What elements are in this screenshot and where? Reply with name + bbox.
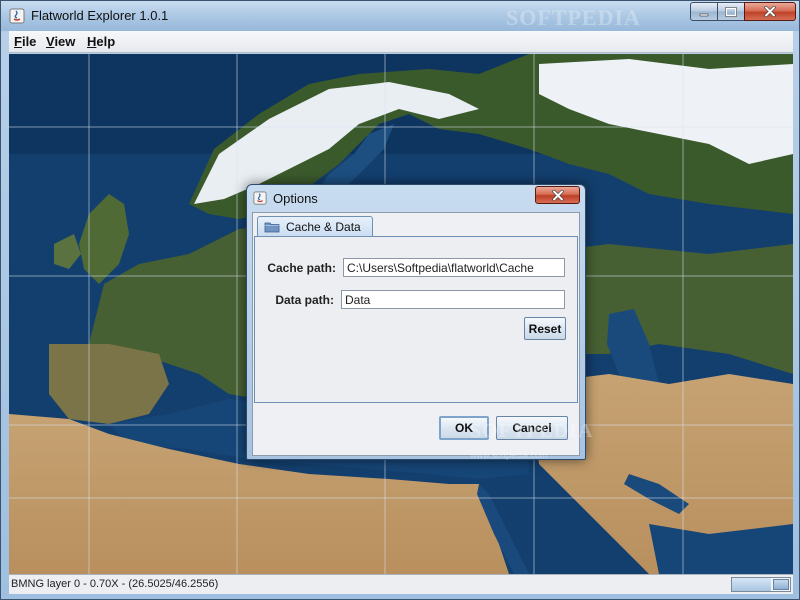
options-dialog: Options Cache & Data Cache path: Data pa… <box>246 184 586 460</box>
softpedia-url-watermark: www.softpedia.com <box>470 450 548 460</box>
data-path-label: Data path: <box>275 293 334 307</box>
data-path-input[interactable] <box>341 290 565 309</box>
java-app-icon <box>253 191 267 205</box>
title-bar[interactable]: Flatworld Explorer 1.0.1 SOFTPEDIA <box>1 1 799 31</box>
folder-icon <box>264 222 280 233</box>
minimize-icon <box>699 13 709 16</box>
cache-path-input[interactable] <box>343 258 565 277</box>
window-title: Flatworld Explorer 1.0.1 <box>31 8 169 23</box>
minimize-button[interactable] <box>690 2 718 21</box>
status-progress-knob <box>773 579 789 590</box>
dialog-title: Options <box>273 191 318 206</box>
reset-button[interactable]: Reset <box>524 317 566 340</box>
menu-file[interactable]: File <box>14 34 36 49</box>
status-layer-info: BMNG layer 0 - 0.70X - (26.5025/46.2556) <box>11 578 219 590</box>
close-icon <box>764 6 776 17</box>
status-progress-fill <box>732 578 771 591</box>
tab-cache-data[interactable]: Cache & Data <box>257 216 373 237</box>
menu-bar: File View Help <box>9 31 793 53</box>
tab-panel-cache-data: Cache path: Data path: Reset <box>254 236 578 403</box>
close-button[interactable] <box>744 2 796 21</box>
tab-label: Cache & Data <box>286 220 361 234</box>
softpedia-watermark: SOFTPEDIA <box>506 5 641 30</box>
menu-help[interactable]: Help <box>87 34 115 49</box>
java-app-icon <box>9 8 25 24</box>
dialog-close-button[interactable] <box>535 186 580 204</box>
status-bar: BMNG layer 0 - 0.70X - (26.5025/46.2556) <box>9 574 793 594</box>
softpedia-watermark-dialog: SOFTPEDIA <box>470 420 594 442</box>
maximize-icon <box>725 6 737 17</box>
close-icon <box>551 189 564 201</box>
menu-view[interactable]: View <box>46 34 75 49</box>
maximize-button[interactable] <box>717 2 745 21</box>
cache-path-label: Cache path: <box>267 261 336 275</box>
status-progress-bar <box>731 577 791 592</box>
